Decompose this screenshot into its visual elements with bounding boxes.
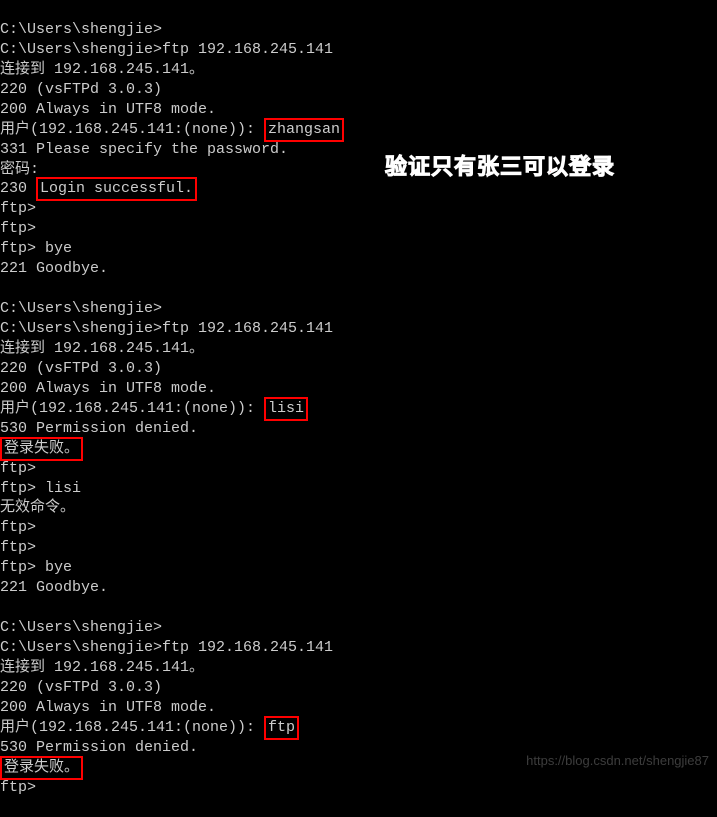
- login-fail-highlight: 登录失败。: [0, 437, 83, 461]
- resp-220: 220 (vsFTPd 3.0.3): [0, 678, 717, 698]
- ftp-prompt: ftp>: [0, 518, 717, 538]
- ftp-prompt: ftp>: [0, 538, 717, 558]
- ftp-bye: ftp> bye: [0, 558, 717, 578]
- user-prompt-line: 用户(192.168.245.141:(none)): lisi: [0, 399, 717, 419]
- ftp-prompt: ftp>: [0, 459, 717, 479]
- user-prompt: 用户(192.168.245.141:(none)):: [0, 719, 264, 736]
- prompt: C:\Users\shengjie>: [0, 639, 162, 656]
- resp-530: 530 Permission denied.: [0, 419, 717, 439]
- cmd-line: C:\Users\shengjie>ftp 192.168.245.141: [0, 40, 717, 60]
- prompt: C:\Users\shengjie>: [0, 320, 162, 337]
- login-fail-highlight: 登录失败。: [0, 756, 83, 780]
- shell-prompt: C:\Users\shengjie>: [0, 618, 717, 638]
- user-prompt-line: 用户(192.168.245.141:(none)): zhangsan: [0, 120, 717, 140]
- user-prompt: 用户(192.168.245.141:(none)):: [0, 400, 264, 417]
- resp-230-prefix: 230: [0, 180, 36, 197]
- watermark-text: https://blog.csdn.net/shengjie87: [526, 752, 709, 769]
- cmd-line: C:\Users\shengjie>ftp 192.168.245.141: [0, 319, 717, 339]
- ftp-bye: ftp> bye: [0, 239, 717, 259]
- command: ftp 192.168.245.141: [162, 320, 333, 337]
- resp-221: 221 Goodbye.: [0, 578, 717, 598]
- command: ftp 192.168.245.141: [162, 639, 333, 656]
- lisi-cmd: lisi: [36, 480, 81, 497]
- login-fail-line: 登录失败。: [0, 439, 717, 459]
- username-highlight: zhangsan: [264, 118, 344, 142]
- bye-cmd: bye: [36, 240, 72, 257]
- ftp-prompt: ftp>: [0, 199, 717, 219]
- invalid-cmd: 无效命令。: [0, 498, 717, 518]
- command: ftp 192.168.245.141: [162, 41, 333, 58]
- blank: [0, 598, 717, 618]
- ftp-prompt: ftp>: [0, 240, 36, 257]
- resp-200: 200 Always in UTF8 mode.: [0, 100, 717, 120]
- ftp-lisi: ftp> lisi: [0, 479, 717, 499]
- ftp-prompt: ftp>: [0, 219, 717, 239]
- connecting-line: 连接到 192.168.245.141。: [0, 339, 717, 359]
- shell-prompt: C:\Users\shengjie>: [0, 299, 717, 319]
- resp-230: 230 Login successful.: [0, 179, 717, 199]
- resp-220: 220 (vsFTPd 3.0.3): [0, 80, 717, 100]
- annotation-label: 验证只有张三可以登录: [385, 152, 615, 181]
- ftp-prompt: ftp>: [0, 778, 717, 798]
- prompt: C:\Users\shengjie>: [0, 41, 162, 58]
- user-prompt: 用户(192.168.245.141:(none)):: [0, 121, 264, 138]
- ftp-prompt: ftp>: [0, 559, 36, 576]
- bye-cmd: bye: [36, 559, 72, 576]
- resp-200: 200 Always in UTF8 mode.: [0, 379, 717, 399]
- resp-220: 220 (vsFTPd 3.0.3): [0, 359, 717, 379]
- user-prompt-line: 用户(192.168.245.141:(none)): ftp: [0, 718, 717, 738]
- username-highlight: ftp: [264, 716, 299, 740]
- connecting-line: 连接到 192.168.245.141。: [0, 658, 717, 678]
- blank: [0, 279, 717, 299]
- cmd-line: C:\Users\shengjie>ftp 192.168.245.141: [0, 638, 717, 658]
- resp-200: 200 Always in UTF8 mode.: [0, 698, 717, 718]
- username-highlight: lisi: [264, 397, 308, 421]
- connecting-line: 连接到 192.168.245.141。: [0, 60, 717, 80]
- terminal-output: C:\Users\shengjie>C:\Users\shengjie>ftp …: [0, 0, 717, 817]
- login-success-highlight: Login successful.: [36, 177, 197, 201]
- ftp-prompt: ftp>: [0, 480, 36, 497]
- resp-221: 221 Goodbye.: [0, 259, 717, 279]
- partial-line: C:\Users\shengjie>: [0, 20, 717, 40]
